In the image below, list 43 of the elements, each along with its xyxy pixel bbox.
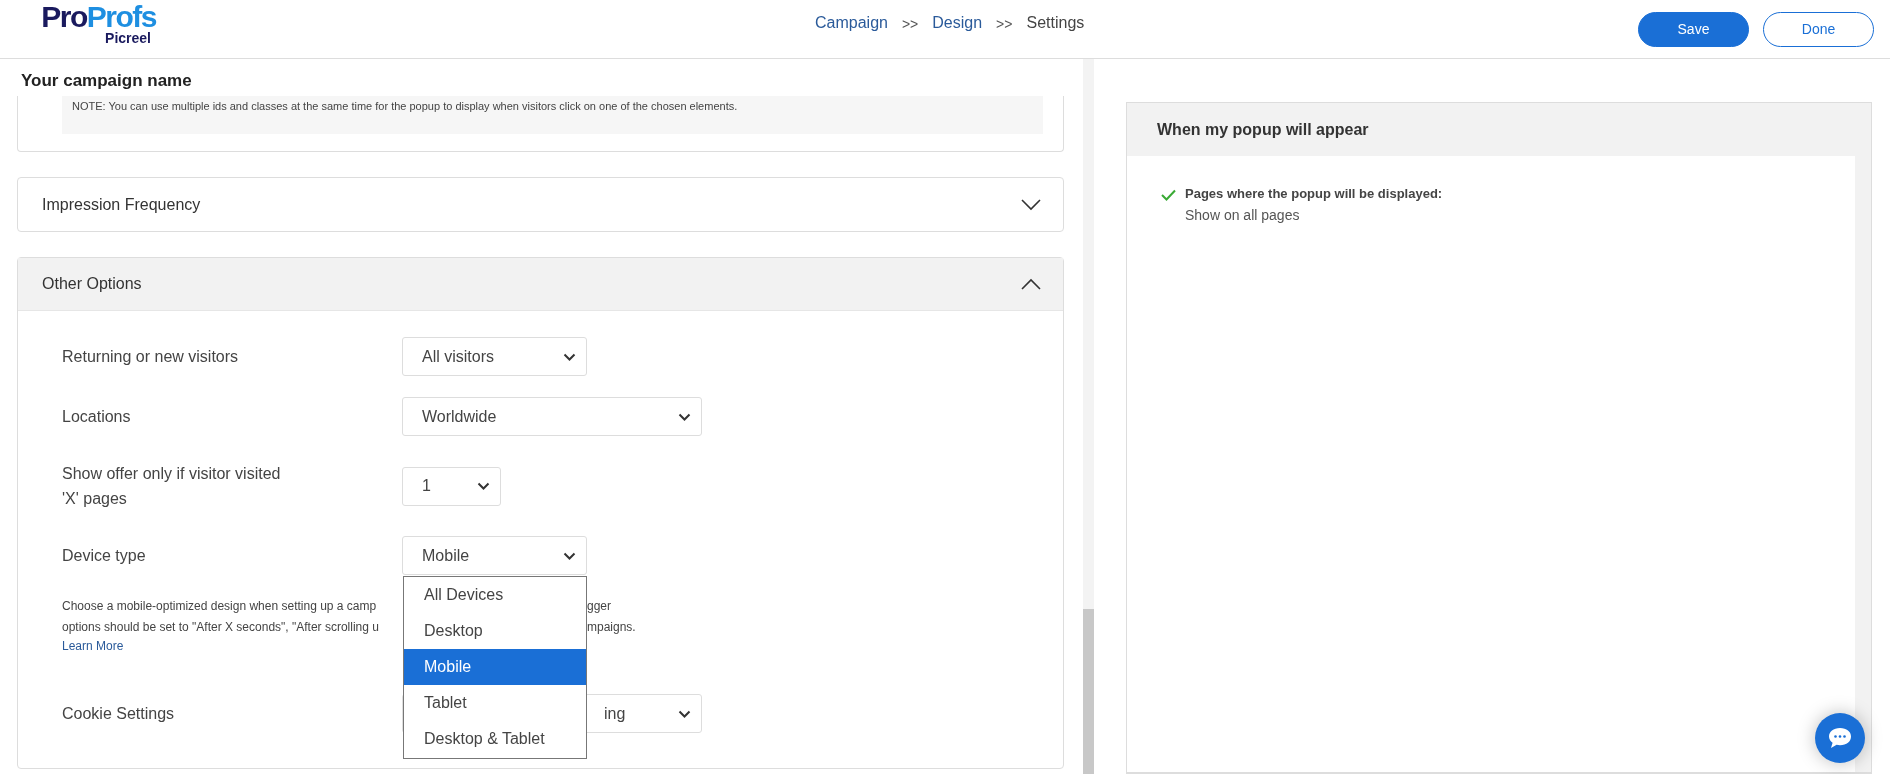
save-button[interactable]: Save	[1638, 11, 1749, 47]
breadcrumb-step: Settings	[1026, 14, 1085, 34]
dropdown-select[interactable]: Worldwide	[402, 397, 702, 436]
dropdown-select[interactable]: All visitors	[402, 337, 587, 376]
accordion-header[interactable]: Other Options	[18, 258, 1063, 311]
field-label: Locations	[62, 407, 131, 427]
note-text: NOTE: You can use multiple ids and classes at the same time for the popup to display when visitors click on one of the chosen elements.	[62, 96, 1043, 134]
field-label: Cookie Settings	[62, 704, 175, 724]
dropdown-option[interactable]: Tablet	[404, 685, 586, 721]
chevron-down-icon	[563, 551, 576, 560]
summary-label: Pages where the popup will be displayed:	[1185, 186, 1443, 201]
chevron-down-icon	[678, 709, 691, 718]
dropdown-option[interactable]: Desktop	[404, 613, 586, 649]
field-label: Device type	[62, 546, 146, 566]
dropdown-select[interactable]: Mobile	[402, 536, 587, 575]
help-text: options should be set to "After X seconds", "After scrolling u	[62, 619, 380, 636]
breadcrumb-separator: >>	[901, 15, 919, 34]
dropdown-option[interactable]: All Devices	[404, 577, 586, 613]
help-text: mpaigns.	[587, 619, 636, 636]
accordion-title: Impression Frequency	[42, 195, 201, 214]
scrollbar-thumb[interactable]	[1083, 609, 1094, 774]
breadcrumb-step[interactable]: Campaign	[815, 14, 888, 34]
chat-bubble-icon	[1827, 726, 1853, 750]
campaign-name: Your campaign name	[20, 70, 193, 92]
dropdown-option[interactable]: Mobile	[404, 649, 586, 685]
chevron-down-icon	[563, 352, 576, 361]
summary-value: Show on all pages	[1185, 207, 1301, 223]
panel-title: When my popup will appear	[1156, 119, 1370, 140]
field-label: Returning or new visitors	[62, 347, 239, 367]
done-button[interactable]: Done	[1763, 11, 1874, 47]
field-label: Show offer only if visitor visited 'X' pages	[62, 464, 282, 509]
chevron-down-icon	[678, 412, 691, 421]
dropdown-option[interactable]: Desktop & Tablet	[404, 721, 586, 757]
breadcrumb-separator: >>	[996, 15, 1013, 34]
help-text: gger	[587, 598, 612, 615]
accordion-header[interactable]: Impression Frequency	[18, 178, 1063, 231]
help-text: Choose a mobile-optimized design when setting up a camp	[62, 598, 378, 615]
breadcrumb-step[interactable]: Design	[932, 14, 983, 34]
accordion-title: Other Options	[42, 275, 142, 293]
chevron-down-icon	[477, 482, 490, 490]
learn-more-link[interactable]: Learn More	[62, 638, 124, 654]
dropdown-select[interactable]: 1	[402, 466, 501, 506]
logo: ProProfs Picreel	[40, 2, 156, 46]
